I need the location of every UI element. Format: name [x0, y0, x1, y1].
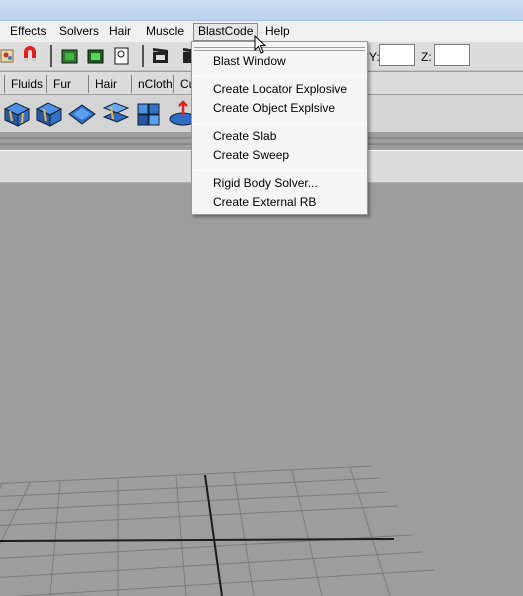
fluid-3d-icon[interactable] [34, 99, 64, 129]
create-slab-item[interactable]: Create Slab [213, 127, 276, 146]
menu-separator [194, 123, 365, 124]
render-region-icon[interactable] [59, 45, 80, 67]
z-coordinate-field[interactable] [434, 44, 470, 66]
menu-hair[interactable]: Hair [105, 23, 135, 41]
create-object-explosive-item[interactable]: Create Object Explsive [213, 99, 335, 118]
menu-blastcode[interactable]: BlastCode [193, 23, 259, 41]
z-coordinate-label: Z: [421, 50, 432, 64]
tear-off-bar[interactable] [194, 47, 365, 48]
paint-icon[interactable] [0, 45, 21, 67]
blastcode-dropdown-menu: Blast Window Create Locator Explosive Cr… [191, 41, 368, 215]
y-coordinate-field[interactable] [379, 44, 415, 66]
tab-cu[interactable]: Cu [173, 75, 193, 93]
create-sweep-item[interactable]: Create Sweep [213, 146, 289, 165]
fluid-2d-icon[interactable] [67, 99, 97, 129]
render-frame-icon[interactable] [85, 45, 106, 67]
menu-effects[interactable]: Effects [6, 23, 50, 41]
rigid-body-solver-item[interactable]: Rigid Body Solver... [213, 174, 318, 193]
perspective-grid [0, 465, 435, 596]
toolbar-separator [142, 45, 144, 67]
menu-separator [194, 75, 365, 76]
fluid-container-icon[interactable] [2, 99, 32, 129]
render-settings-icon[interactable] [111, 45, 132, 67]
tab-hair[interactable]: Hair [88, 75, 131, 93]
tab-ncloth[interactable]: nCloth [131, 75, 173, 93]
3d-viewport[interactable] [0, 184, 523, 596]
menu-muscle[interactable]: Muscle [142, 23, 188, 41]
menu-solvers[interactable]: Solvers [55, 23, 103, 41]
fluid-surface-icon[interactable] [134, 99, 164, 129]
window-titlebar [0, 0, 523, 21]
tab-fur[interactable]: Fur [46, 75, 88, 93]
clapperboard-icon[interactable] [150, 45, 171, 67]
tab-fluids[interactable]: Fluids [4, 75, 46, 93]
create-external-rb-item[interactable]: Create External RB [213, 193, 316, 212]
tear-off-bar[interactable] [194, 50, 365, 51]
magnet-snap-icon[interactable] [20, 45, 41, 67]
mouse-pointer-icon [254, 35, 267, 54]
create-locator-explosive-item[interactable]: Create Locator Explosive [213, 80, 347, 99]
blast-window-item[interactable]: Blast Window [213, 52, 286, 71]
menu-separator [194, 170, 365, 171]
fluid-emitter-icon[interactable] [101, 99, 131, 129]
toolbar-separator [50, 45, 52, 67]
